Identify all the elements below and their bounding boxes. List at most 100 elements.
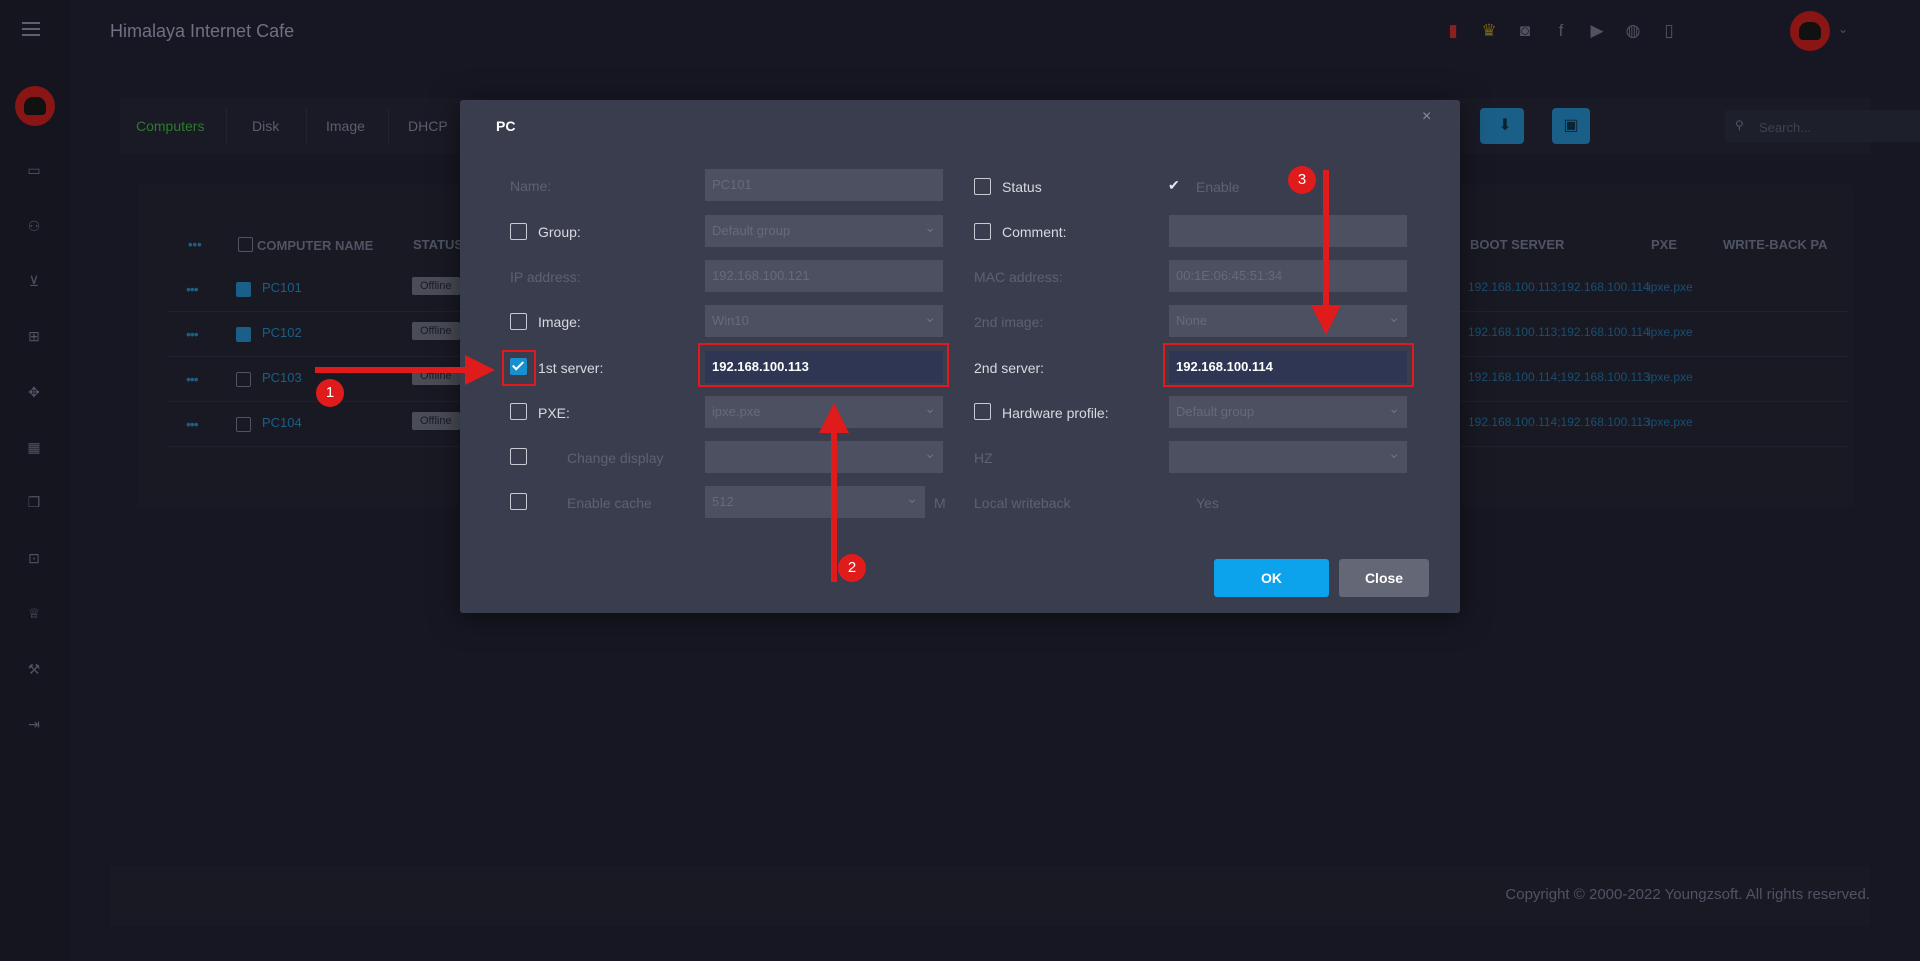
highlight-server1-checkbox (502, 350, 536, 386)
pxe-value: ipxe.pxe (1648, 370, 1693, 384)
copy-icon[interactable]: ❐ (26, 494, 42, 510)
row-checkbox[interactable] (236, 327, 251, 342)
mac-field[interactable]: 00:1E:06:45:51:34 (1169, 260, 1407, 292)
local-writeback-value[interactable]: Yes (1196, 495, 1219, 511)
youtube-icon[interactable]: ▶ (1586, 20, 1608, 42)
tab-image[interactable]: Image (326, 118, 365, 134)
name-field[interactable]: PC101 (705, 169, 943, 201)
lock-icon[interactable]: ⊡ (26, 550, 42, 566)
comment-field[interactable] (1169, 215, 1407, 247)
comment-checkbox[interactable] (974, 223, 991, 240)
search-icon: ⚲ (1735, 118, 1744, 132)
dialog-title: PC (496, 118, 516, 134)
pxe-select[interactable]: ipxe.pxe (705, 393, 943, 428)
hardware-checkbox[interactable] (974, 403, 991, 420)
cache-size-select[interactable] (906, 483, 925, 518)
change-display-select[interactable] (705, 438, 943, 473)
pxe-label: PXE: (538, 405, 570, 421)
pxe-value: ipxe.pxe (1648, 280, 1693, 294)
status-badge: Offline (412, 277, 460, 295)
select-all-checkbox[interactable]: COMPUTER NAME (238, 237, 373, 253)
crown-icon[interactable]: ♕ (26, 605, 42, 621)
logout-icon[interactable]: ⇥ (26, 716, 42, 732)
hz-select[interactable] (1169, 438, 1407, 473)
col-computer-name: COMPUTER NAME (257, 238, 374, 253)
group-label: Group: (538, 224, 581, 240)
step-marker-2: 2 (838, 554, 866, 582)
col-write-back: WRITE-BACK PA (1723, 237, 1828, 252)
monitor-icon[interactable]: ▭ (26, 162, 42, 178)
group-select[interactable]: Default group (705, 212, 943, 247)
ok-button[interactable]: OK (1214, 559, 1329, 597)
download-icon[interactable]: ⬇ (1486, 108, 1524, 144)
users-icon[interactable]: ⚇ (26, 218, 42, 234)
hz-label: HZ (974, 450, 993, 466)
search-input[interactable] (1757, 110, 1920, 144)
row-checkbox[interactable] (236, 417, 251, 432)
tab-disk[interactable]: Disk (252, 118, 279, 134)
facebook-icon[interactable]: f (1550, 20, 1572, 42)
hardware-label: Hardware profile: (1002, 405, 1109, 421)
comment-label: Comment: (1002, 224, 1067, 240)
row-menu-icon[interactable]: ••• (186, 281, 199, 297)
globe-icon[interactable]: ◍ (1622, 20, 1644, 42)
discord-icon[interactable]: ◙ (1514, 20, 1536, 42)
sidebar: ▭ ⚇ ⊻ ⊞ ✥ ▦ ❐ ⊡ ♕ ⚒ ⇥ (0, 0, 70, 961)
row-checkbox[interactable] (236, 372, 251, 387)
row-menu-icon[interactable]: ••• (186, 416, 199, 432)
highlight-server2-input (1163, 343, 1414, 387)
tools-icon[interactable]: ⚒ (26, 661, 42, 677)
chevron-down-icon[interactable]: ⌄ (1838, 22, 1848, 36)
mac-label: MAC address: (974, 269, 1063, 285)
windows-icon[interactable]: ⊞ (26, 328, 42, 344)
boot-server: 192.168.100.113;192.168.100.114 (1468, 325, 1650, 339)
computer-name[interactable]: PC101 (262, 280, 302, 295)
tab-computers[interactable]: Computers (136, 118, 204, 134)
enable-cache-checkbox[interactable] (510, 493, 527, 510)
enable-cache-label: Enable cache (567, 495, 652, 511)
chart-icon[interactable]: ▮ (1442, 20, 1464, 42)
close-button[interactable]: Close (1339, 559, 1429, 597)
cart-icon[interactable]: ⊻ (26, 273, 42, 289)
gamepad-icon[interactable]: ✥ (26, 384, 42, 400)
close-icon[interactable]: × (1422, 108, 1431, 126)
trophy-icon[interactable]: ♛ (1478, 20, 1500, 42)
computer-name[interactable]: PC104 (262, 415, 302, 430)
boot-server: 192.168.100.114;192.168.100.113 (1468, 370, 1650, 384)
status-label: Status (1002, 179, 1042, 195)
boot-server: 192.168.100.114;192.168.100.113 (1468, 415, 1650, 429)
row-menu-icon[interactable]: ••• (186, 371, 199, 387)
footer: Copyright © 2000-2022 Youngzsoft. All ri… (110, 866, 1870, 926)
image2-select[interactable]: None (1169, 302, 1407, 337)
status-checkbox[interactable] (974, 178, 991, 195)
image2-label: 2nd image: (974, 314, 1044, 330)
enable-cache-field[interactable]: 512 (705, 486, 909, 518)
book-icon[interactable]: ▯ (1658, 20, 1680, 42)
computer-name[interactable]: PC102 (262, 325, 302, 340)
pxe-checkbox[interactable] (510, 403, 527, 420)
search-box: ⚲ (1725, 110, 1920, 144)
user-avatar[interactable] (1790, 11, 1830, 51)
image-select[interactable]: Win10 (705, 302, 943, 337)
image-checkbox[interactable] (510, 313, 527, 330)
col-pxe: PXE (1651, 237, 1678, 252)
group-checkbox[interactable] (510, 223, 527, 240)
tab-dhcp[interactable]: DHCP (408, 118, 448, 134)
pxe-value: ipxe.pxe (1648, 415, 1693, 429)
ip-field[interactable]: 192.168.100.121 (705, 260, 943, 292)
screenshot-icon[interactable]: ▣ (1552, 108, 1590, 144)
server1-label: 1st server: (538, 360, 604, 376)
change-display-checkbox[interactable] (510, 448, 527, 465)
hardware-select[interactable]: Default group (1169, 393, 1407, 428)
computer-name[interactable]: PC103 (262, 370, 302, 385)
status-badge: Offline (412, 367, 460, 385)
row-menu-icon[interactable]: ••• (186, 326, 199, 342)
menu-icon[interactable] (22, 22, 40, 40)
row-checkbox[interactable] (236, 282, 251, 297)
ip-label: IP address: (510, 269, 581, 285)
table-menu-icon[interactable]: ••• (188, 237, 202, 252)
calendar-icon[interactable]: ▦ (26, 439, 42, 455)
change-display-label: Change display (567, 450, 664, 466)
status-badge: Offline (412, 322, 460, 340)
avatar[interactable] (15, 86, 55, 126)
